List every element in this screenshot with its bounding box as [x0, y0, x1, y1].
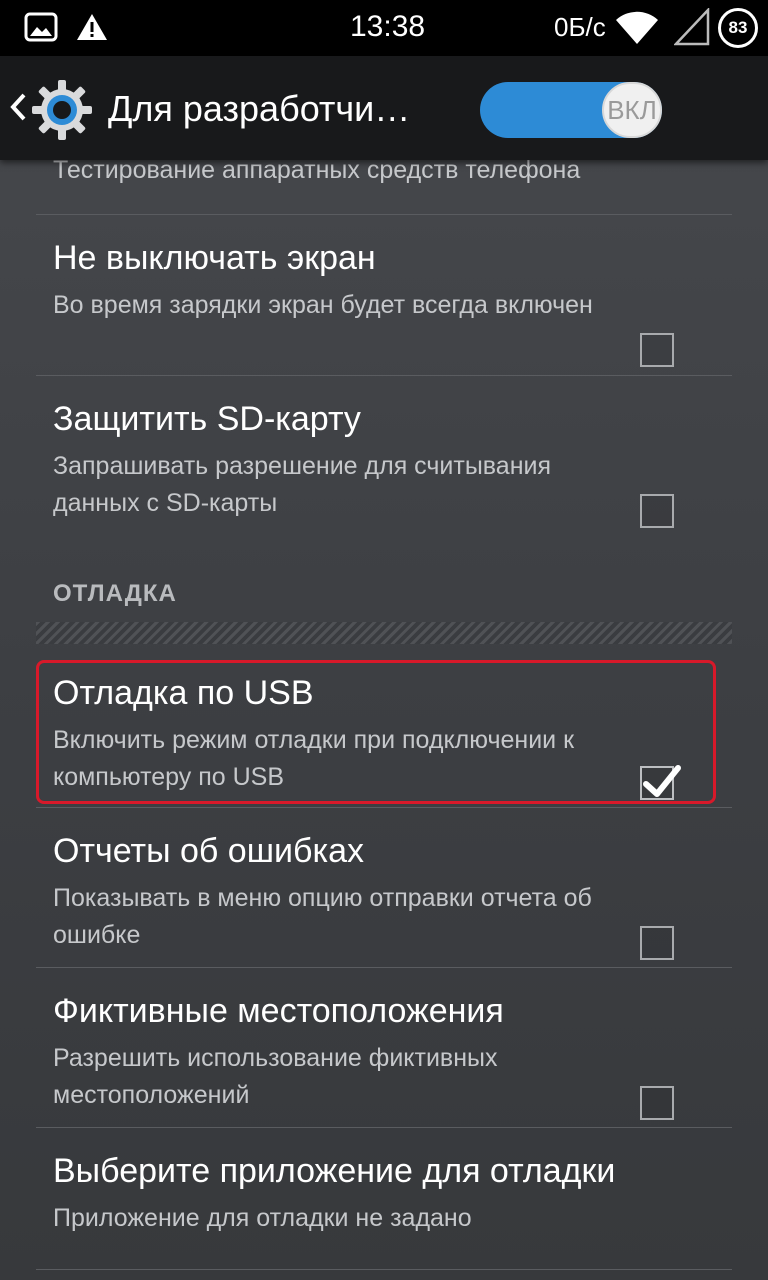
bug-report-pref[interactable]: Отчеты об ошибках Показывать в меню опци… [0, 808, 768, 968]
protect-sd-checkbox[interactable] [640, 494, 674, 528]
data-rate: 0Б/с [554, 12, 606, 42]
protect-sd-pref[interactable]: Защитить SD-карту Запрашивать разрешение… [0, 376, 768, 536]
mock-locations-checkbox[interactable] [640, 1086, 674, 1120]
warning-icon [77, 14, 107, 40]
action-bar: Для разработчи… ВКЛ [0, 56, 768, 160]
stay-awake-checkbox[interactable] [640, 333, 674, 367]
pref-summary: Показывать в меню опцию отправки отчета … [53, 884, 592, 949]
toggle-label: ВКЛ [607, 94, 657, 125]
battery-level: 83 [728, 18, 748, 37]
toggle-knob: ВКЛ [602, 82, 662, 138]
section-header-debugging: ОТЛАДКА [53, 580, 177, 607]
developer-settings-page: Тестирование аппаратных средств телефона… [0, 56, 768, 1280]
pref-title: Не выключать экран [53, 239, 376, 277]
status-bar: 13:38 0Б/с 83 [0, 0, 768, 56]
divider [36, 1269, 732, 1270]
status-time: 13:38 [350, 10, 426, 43]
developer-options-toggle[interactable]: ВКЛ [480, 82, 662, 138]
pref-title: Отчеты об ошибках [53, 832, 364, 870]
battery-icon: 83 [718, 8, 758, 48]
gallery-icon [24, 12, 58, 42]
pref-summary: Разрешить использование фиктивных местоп… [53, 1044, 498, 1109]
back-chevron-icon[interactable] [8, 92, 28, 122]
section-divider [36, 622, 732, 644]
signal-icon [674, 8, 710, 46]
pref-summary: Во время зарядки экран будет всегда вклю… [53, 291, 593, 319]
bug-report-checkbox[interactable] [640, 926, 674, 960]
gear-icon[interactable] [30, 78, 94, 142]
stay-awake-pref[interactable]: Не выключать экран Во время зарядки экра… [0, 215, 768, 375]
hardware-test-summary: Тестирование аппаратных средств телефона [53, 156, 581, 184]
pref-summary: Запрашивать разрешение для считывания да… [53, 452, 552, 517]
pref-title: Защитить SD-карту [53, 400, 361, 438]
debug-app-pref[interactable]: Выберите приложение для отладки Приложен… [0, 1128, 768, 1268]
pref-summary: Приложение для отладки не задано [53, 1204, 472, 1232]
wifi-icon [616, 11, 658, 45]
page-title: Для разработчи… [108, 88, 411, 129]
usb-debugging-highlight [36, 660, 716, 804]
pref-title: Фиктивные местоположения [53, 992, 504, 1030]
pref-title: Выберите приложение для отладки [53, 1152, 616, 1190]
mock-locations-pref[interactable]: Фиктивные местоположения Разрешить испол… [0, 968, 768, 1128]
